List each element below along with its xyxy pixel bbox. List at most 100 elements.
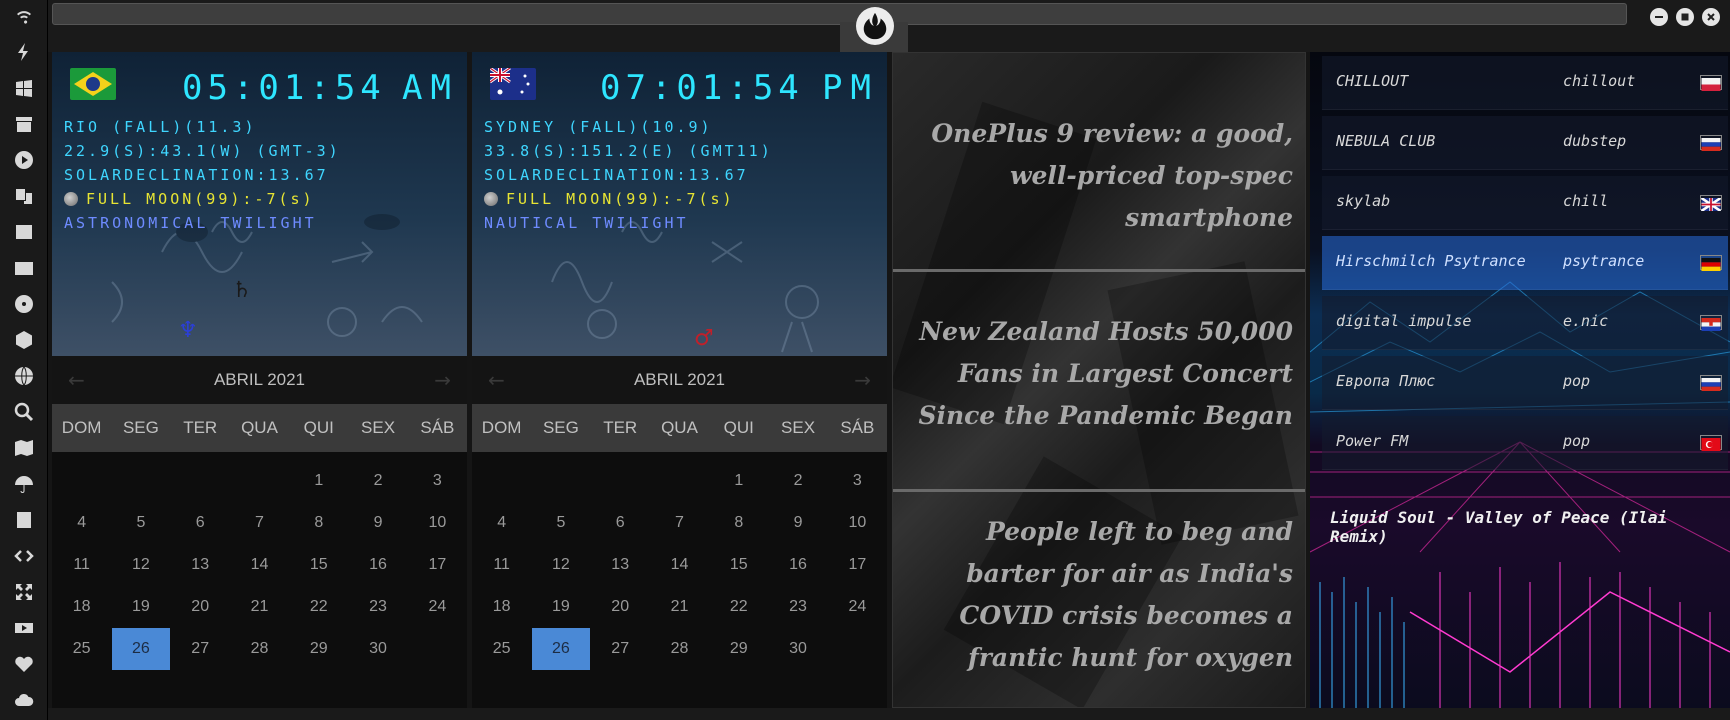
radiation-icon[interactable] bbox=[12, 292, 36, 316]
calendar-day[interactable]: 28 bbox=[650, 628, 709, 670]
calendar-day[interactable]: 5 bbox=[111, 502, 170, 544]
calendar-day[interactable]: 16 bbox=[768, 544, 827, 586]
calendar-day[interactable]: 3 bbox=[408, 460, 467, 502]
calendar-day[interactable]: 27 bbox=[591, 628, 650, 670]
minimize-button[interactable] bbox=[1650, 8, 1668, 26]
play-icon[interactable] bbox=[12, 148, 36, 172]
globe-icon[interactable] bbox=[12, 364, 36, 388]
prev-month-button[interactable]: ← bbox=[68, 368, 85, 392]
calendar-day[interactable]: 29 bbox=[709, 628, 768, 670]
calendar-day[interactable]: 6 bbox=[591, 502, 650, 544]
rebel-alliance-logo-icon[interactable] bbox=[856, 7, 894, 45]
station-row[interactable]: NEBULA CLUB dubstep bbox=[1322, 116, 1728, 170]
calendar-day[interactable]: 27 bbox=[171, 628, 230, 670]
calendar-day[interactable]: 11 bbox=[52, 544, 111, 586]
image-icon[interactable] bbox=[12, 220, 36, 244]
news-headline[interactable]: People left to beg and barter for air as… bbox=[903, 511, 1293, 679]
station-row[interactable]: Hirschmilch Psytrance psytrance bbox=[1322, 236, 1728, 290]
next-month-button[interactable]: → bbox=[434, 368, 451, 392]
calendar-day[interactable]: 1 bbox=[289, 460, 348, 502]
calendar-day[interactable]: 25 bbox=[52, 628, 111, 670]
news-headline[interactable]: OnePlus 9 review: a good, well-priced to… bbox=[903, 113, 1293, 239]
calendar-day[interactable]: 13 bbox=[171, 544, 230, 586]
calendar-day-today[interactable]: 26 bbox=[112, 628, 170, 670]
calendar-day[interactable]: 15 bbox=[709, 544, 768, 586]
calendar-day[interactable]: 8 bbox=[289, 502, 348, 544]
calendar-day[interactable]: 11 bbox=[472, 544, 531, 586]
prev-month-button[interactable]: ← bbox=[488, 368, 505, 392]
station-genre: chillout bbox=[1563, 72, 1636, 90]
maximize-button[interactable] bbox=[1676, 8, 1694, 26]
station-row[interactable]: Power FM pop bbox=[1322, 416, 1728, 470]
calendar-day[interactable]: 18 bbox=[472, 586, 531, 628]
calendar-day[interactable]: 29 bbox=[289, 628, 348, 670]
calendar-day[interactable]: 10 bbox=[828, 502, 887, 544]
windows-icon[interactable] bbox=[12, 76, 36, 100]
close-button[interactable] bbox=[1702, 8, 1720, 26]
calendar-day[interactable]: 13 bbox=[591, 544, 650, 586]
calendar-day[interactable]: 16 bbox=[348, 544, 407, 586]
calendar-day[interactable]: 19 bbox=[111, 586, 170, 628]
archive-icon[interactable] bbox=[12, 112, 36, 136]
calendar-day[interactable]: 20 bbox=[171, 586, 230, 628]
calendar-day[interactable]: 24 bbox=[828, 586, 887, 628]
calendar-day[interactable]: 2 bbox=[348, 460, 407, 502]
umbrella-icon[interactable] bbox=[12, 472, 36, 496]
calendar-day[interactable]: 5 bbox=[531, 502, 590, 544]
heart-icon[interactable] bbox=[12, 652, 36, 676]
calendar-day[interactable]: 14 bbox=[650, 544, 709, 586]
calendar-day[interactable]: 3 bbox=[828, 460, 887, 502]
calendar-day[interactable]: 22 bbox=[709, 586, 768, 628]
expand-icon[interactable] bbox=[12, 580, 36, 604]
calendar-day[interactable]: 9 bbox=[768, 502, 827, 544]
calendar-day-today[interactable]: 26 bbox=[532, 628, 590, 670]
wifi-icon[interactable] bbox=[12, 4, 36, 28]
calendar-day[interactable]: 1 bbox=[709, 460, 768, 502]
station-row[interactable]: skylab chill bbox=[1322, 176, 1728, 230]
youtube-icon[interactable] bbox=[12, 616, 36, 640]
calendar-day[interactable]: 6 bbox=[171, 502, 230, 544]
station-row[interactable]: CHILLOUT chillout bbox=[1322, 56, 1728, 110]
calendar-day[interactable]: 30 bbox=[348, 628, 407, 670]
cloud-icon[interactable] bbox=[12, 688, 36, 712]
calendar-day[interactable]: 12 bbox=[111, 544, 170, 586]
calendar-day[interactable]: 12 bbox=[531, 544, 590, 586]
calendar-day[interactable]: 21 bbox=[230, 586, 289, 628]
calendar-day[interactable]: 19 bbox=[531, 586, 590, 628]
map-icon[interactable] bbox=[12, 436, 36, 460]
next-month-button[interactable]: → bbox=[854, 368, 871, 392]
calendar-day[interactable]: 23 bbox=[348, 586, 407, 628]
lightning-icon[interactable] bbox=[12, 40, 36, 64]
code-icon[interactable] bbox=[12, 544, 36, 568]
calendar-day[interactable]: 2 bbox=[768, 460, 827, 502]
calendar-day[interactable]: 7 bbox=[230, 502, 289, 544]
calendar-day[interactable]: 10 bbox=[408, 502, 467, 544]
translate-icon[interactable] bbox=[12, 184, 36, 208]
calendar-day[interactable]: 4 bbox=[52, 502, 111, 544]
calendar-day[interactable]: 22 bbox=[289, 586, 348, 628]
calendar-day[interactable]: 25 bbox=[472, 628, 531, 670]
search-icon[interactable] bbox=[12, 400, 36, 424]
station-row[interactable]: digital impulse e.nic bbox=[1322, 296, 1728, 350]
calendar-day[interactable]: 24 bbox=[408, 586, 467, 628]
news-headline[interactable]: New Zealand Hosts 50,000 Fans in Largest… bbox=[903, 311, 1293, 437]
calendar-day[interactable]: 9 bbox=[348, 502, 407, 544]
news-icon[interactable] bbox=[12, 256, 36, 280]
calendar-day[interactable]: 17 bbox=[828, 544, 887, 586]
turkey-flag-icon bbox=[1700, 435, 1722, 451]
calendar-day[interactable]: 15 bbox=[289, 544, 348, 586]
calendar-day[interactable]: 7 bbox=[650, 502, 709, 544]
station-row[interactable]: Европа Плюс pop bbox=[1322, 356, 1728, 410]
calendar-day[interactable]: 21 bbox=[650, 586, 709, 628]
hexagon-icon[interactable] bbox=[12, 328, 36, 352]
calendar-day[interactable]: 8 bbox=[709, 502, 768, 544]
calendar-day[interactable]: 4 bbox=[472, 502, 531, 544]
calendar-day[interactable]: 14 bbox=[230, 544, 289, 586]
calendar-day[interactable]: 17 bbox=[408, 544, 467, 586]
calendar-day[interactable]: 20 bbox=[591, 586, 650, 628]
calendar-day[interactable]: 30 bbox=[768, 628, 827, 670]
calendar-day[interactable]: 18 bbox=[52, 586, 111, 628]
calendar-day[interactable]: 28 bbox=[230, 628, 289, 670]
calendar-day[interactable]: 23 bbox=[768, 586, 827, 628]
contacts-icon[interactable] bbox=[12, 508, 36, 532]
